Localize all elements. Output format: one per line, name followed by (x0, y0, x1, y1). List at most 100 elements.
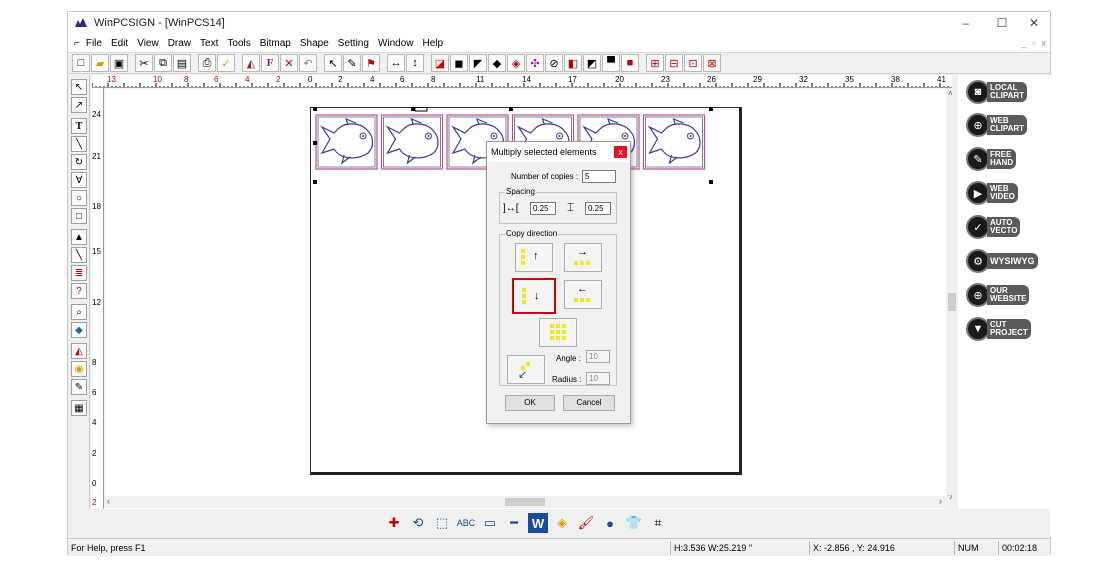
shape-tool-3-icon[interactable]: ◤ (469, 54, 487, 72)
selection-handle[interactable] (709, 107, 713, 111)
zoom-rotate-icon[interactable]: ⟲ (408, 513, 428, 533)
crop-icon[interactable]: ⌗ (648, 513, 668, 533)
font-icon[interactable]: F (261, 54, 279, 72)
our-website-button[interactable]: ⊕ OUR WEBSITE (966, 282, 1046, 308)
shape-tool-1-icon[interactable]: ◪ (431, 54, 449, 72)
align-tool-3-icon[interactable]: ⊡ (684, 54, 702, 72)
ok-button[interactable]: OK (505, 395, 555, 411)
text-edit-tool-icon[interactable]: ≣ (71, 265, 87, 281)
menu-window[interactable]: Window (378, 38, 414, 49)
menu-shape[interactable]: Shape (300, 38, 329, 49)
radius-input[interactable]: 10 (586, 372, 610, 385)
horizontal-scroll-thumb[interactable] (505, 498, 545, 506)
select-arrow-icon[interactable]: ↖ (324, 54, 342, 72)
menu-draw[interactable]: Draw (168, 38, 191, 49)
knife-tool-icon[interactable]: ╲ (71, 247, 87, 263)
auto-vecto-button[interactable]: ✓ AUTO VECTO (966, 214, 1046, 240)
sign-icon[interactable]: ◈ (552, 513, 572, 533)
shape-tool-6-icon[interactable]: ✣ (526, 54, 544, 72)
mdi-close-icon[interactable]: x (1042, 38, 1047, 48)
vertical-scrollbar[interactable]: ˄ ˅ (946, 89, 958, 509)
scroll-up-icon[interactable]: ˄ (948, 89, 953, 98)
menu-tools[interactable]: Tools (227, 38, 250, 49)
shape-tool-5-icon[interactable]: ◈ (507, 54, 525, 72)
scroll-left-icon[interactable]: ‹ (107, 496, 110, 506)
save-icon[interactable]: ▣ (110, 54, 128, 72)
mdi-restore-icon[interactable]: ▫ (1032, 38, 1035, 48)
close-button[interactable]: ✕ (1016, 12, 1052, 34)
node-edit-icon[interactable]: ✎ (343, 54, 361, 72)
copy-up-button[interactable]: ↑ (515, 243, 553, 272)
mdi-minimize-icon[interactable]: _ (1021, 38, 1026, 48)
shape-tool-4-icon[interactable]: ◆ (488, 54, 506, 72)
angle-input[interactable]: 10 (586, 350, 610, 363)
copy-circular-button[interactable]: ↙ (507, 355, 545, 384)
flip-horizontal-icon[interactable]: ↔ (387, 54, 405, 72)
delete-icon[interactable]: ✕ (280, 54, 298, 72)
zoom-page-icon[interactable]: ▭ (480, 513, 500, 533)
rectangle-tool-icon[interactable]: □ (71, 208, 87, 224)
web-video-button[interactable]: ▶ WEB VIDEO (966, 180, 1046, 206)
cancel-button[interactable]: Cancel (563, 395, 615, 411)
print-icon[interactable]: ⎙ (198, 54, 216, 72)
align-tool-1-icon[interactable]: ⊞ (646, 54, 664, 72)
menu-file[interactable]: File (86, 38, 102, 49)
center-handle[interactable] (414, 107, 428, 112)
bezier-tool-icon[interactable]: ∀ (71, 172, 87, 188)
text-tool-icon[interactable]: T (71, 118, 87, 134)
menu-setting[interactable]: Setting (338, 38, 369, 49)
fish-copy[interactable] (315, 114, 378, 170)
zoom-text-icon[interactable]: ABC (456, 513, 476, 533)
align-tool-4-icon[interactable]: ⊠ (703, 54, 721, 72)
copy-icon[interactable]: ⧉ (154, 54, 172, 72)
text-fit-tool-icon[interactable]: ? (71, 283, 87, 299)
paste-icon[interactable]: ▤ (173, 54, 191, 72)
copy-right-button[interactable]: → (564, 243, 602, 272)
fish-copy[interactable] (642, 114, 706, 170)
cut-send-icon[interactable]: ✓ (217, 54, 235, 72)
menu-help[interactable]: Help (423, 38, 444, 49)
ellipse-tool-icon[interactable]: ○ (71, 190, 87, 206)
pencil-tool-icon[interactable]: ✎ (71, 379, 87, 395)
zoom-tool-icon[interactable]: ⌕ (71, 304, 87, 320)
curve-tool-icon[interactable]: ↻ (71, 154, 87, 170)
copies-input[interactable]: 5 (582, 170, 616, 183)
cut-project-button[interactable]: ▼ CUT PROJECT (966, 316, 1046, 342)
shape-tool-11-icon[interactable]: ■ (621, 54, 639, 72)
align-tool-2-icon[interactable]: ⊟ (665, 54, 683, 72)
wordart-icon[interactable]: W (528, 513, 548, 533)
vertical-spacing-input[interactable]: 0.25 (585, 202, 611, 215)
tshirt-icon[interactable]: 👕 (624, 513, 644, 533)
wysiwyg-button[interactable]: ⚙ WYSIWYG (966, 248, 1046, 274)
menu-edit[interactable]: Edit (111, 38, 128, 49)
dialog-close-button[interactable]: x (614, 146, 627, 158)
vertical-scroll-thumb[interactable] (948, 293, 956, 311)
menu-text[interactable]: Text (200, 38, 218, 49)
shape-tool-2-icon[interactable]: ◼ (450, 54, 468, 72)
copy-left-button[interactable]: ← (564, 280, 602, 309)
menu-bitmap[interactable]: Bitmap (260, 38, 291, 49)
plotter-icon[interactable]: ◭ (242, 54, 260, 72)
new-file-icon[interactable]: □ (72, 54, 90, 72)
selection-handle[interactable] (509, 107, 513, 111)
paint-bucket-tool-icon[interactable]: ◭ (71, 343, 87, 359)
shape-tool-7-icon[interactable]: ⊘ (545, 54, 563, 72)
cut-icon[interactable]: ✂ (135, 54, 153, 72)
line-tool-icon[interactable]: ╲ (71, 136, 87, 152)
menu-view[interactable]: View (137, 38, 159, 49)
selection-handle[interactable] (313, 180, 317, 184)
shape-tool-9-icon[interactable]: ◩ (583, 54, 601, 72)
globe-icon[interactable]: ● (600, 513, 620, 533)
selection-handle[interactable] (709, 180, 713, 184)
select-tool-icon[interactable]: ↖ (71, 79, 87, 95)
add-node-icon[interactable]: ✚ (384, 513, 404, 533)
zoom-out-icon[interactable]: ━ (504, 513, 524, 533)
flip-vertical-icon[interactable]: ↕ (406, 54, 424, 72)
undo-icon[interactable]: ↶ (299, 54, 317, 72)
paint-icon[interactable]: 🖌 (576, 513, 596, 533)
maximize-button[interactable]: ☐ (984, 12, 1020, 34)
open-folder-icon[interactable]: ▰ (91, 54, 109, 72)
copy-grid-button[interactable] (539, 318, 577, 347)
fish-copy[interactable] (380, 114, 444, 170)
weld-icon[interactable]: ⚑ (362, 54, 380, 72)
